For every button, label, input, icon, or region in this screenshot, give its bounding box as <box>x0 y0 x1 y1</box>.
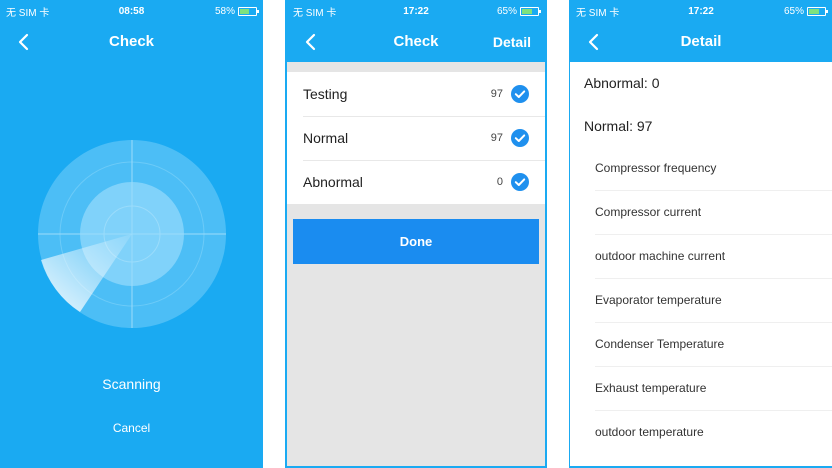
battery-icon <box>238 6 259 16</box>
scan-screen: 无 SIM 卡 08:58 58% Check Scanning Cancel <box>0 0 263 468</box>
list-item[interactable]: Compressor current <box>570 190 832 234</box>
row-count: 97 <box>490 132 503 144</box>
status-time: 08:58 <box>118 5 145 17</box>
row-label: Abnormal <box>303 174 363 190</box>
check-result-screen: 无 SIM 卡 17:22 65% Check Detail Testing 9… <box>285 0 547 468</box>
row-label: Testing <box>303 86 348 102</box>
list-item[interactable]: Condenser Temperature <box>570 322 832 366</box>
row-count: 97 <box>490 88 503 100</box>
nav-bar: Check <box>0 22 263 62</box>
battery-icon <box>807 6 828 16</box>
list-item[interactable]: Abnormal 0 <box>287 160 545 204</box>
detail-list: Compressor frequency Compressor current … <box>570 146 832 454</box>
list-item[interactable]: Exhaust temperature <box>570 366 832 410</box>
list-item[interactable]: Evaporator temperature <box>570 278 832 322</box>
normal-summary: Normal: 97 <box>584 118 653 134</box>
cancel-button[interactable]: Cancel <box>0 421 263 435</box>
check-circle-icon <box>511 173 529 191</box>
nav-bar: Check Detail <box>287 22 545 62</box>
nav-bar: Detail <box>570 22 832 62</box>
list-item[interactable]: Normal 97 <box>287 116 545 160</box>
page-title: Check <box>108 33 155 50</box>
status-bar: 无 SIM 卡 17:22 65% <box>570 0 832 22</box>
done-button[interactable]: Done <box>293 219 539 264</box>
page-title: Detail <box>680 33 722 50</box>
list-item[interactable]: outdoor temperature <box>570 410 832 454</box>
status-time: 17:22 <box>403 5 429 17</box>
status-bar: 无 SIM 卡 17:22 65% <box>287 0 545 22</box>
detail-button[interactable]: Detail <box>493 22 531 62</box>
check-circle-icon <box>511 85 529 103</box>
list-item[interactable]: Testing 97 <box>287 72 545 116</box>
abnormal-summary: Abnormal: 0 <box>584 75 660 91</box>
result-list: Testing 97 Normal 97 Abnormal 0 <box>287 72 545 204</box>
list-item[interactable]: outdoor machine current <box>570 234 832 278</box>
check-circle-icon <box>511 129 529 147</box>
scanning-label: Scanning <box>102 376 161 392</box>
row-count: 0 <box>496 176 503 188</box>
row-label: Normal <box>303 130 349 146</box>
status-time: 17:22 <box>688 5 714 17</box>
list-item[interactable]: Compressor frequency <box>570 146 832 190</box>
status-bar: 无 SIM 卡 08:58 58% <box>0 0 263 22</box>
battery-icon <box>520 6 541 16</box>
radar-scan-graphic <box>38 140 226 328</box>
detail-screen: 无 SIM 卡 17:22 65% Detail Abnormal: 0 Nor… <box>569 0 832 468</box>
